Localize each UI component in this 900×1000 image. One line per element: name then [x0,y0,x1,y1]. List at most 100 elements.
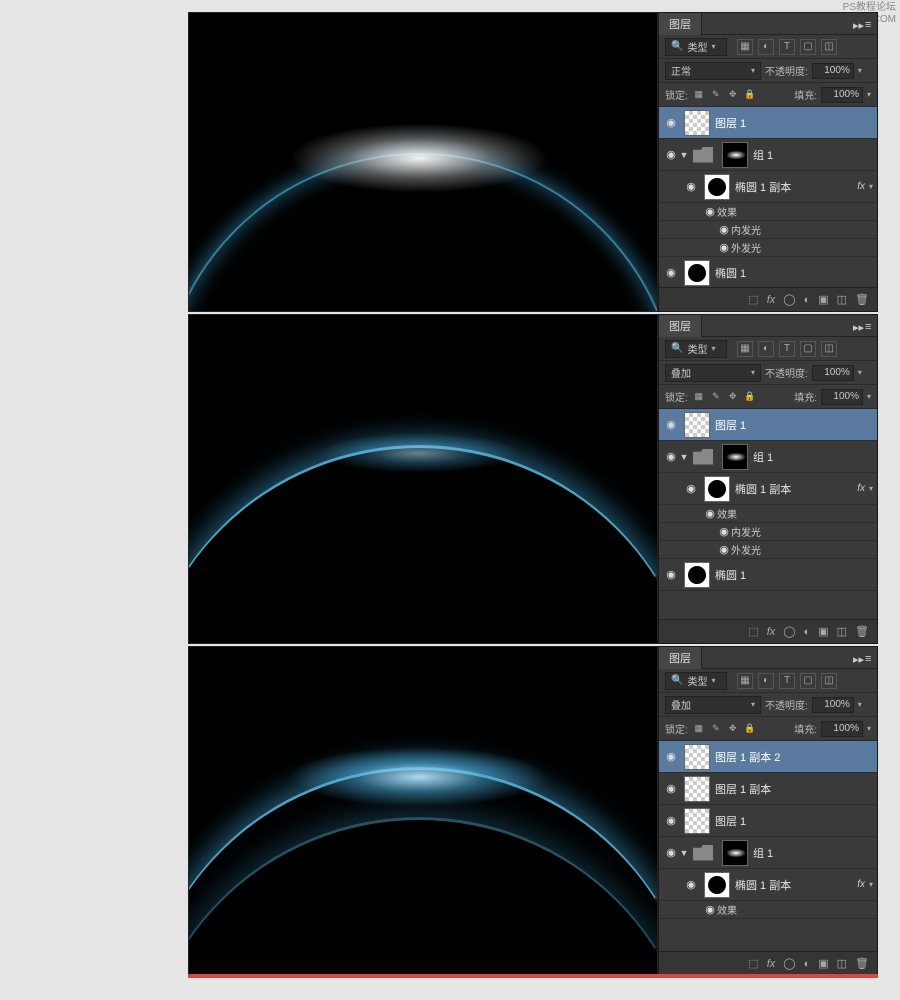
lock-all-icon[interactable]: 🔒 [743,390,757,404]
filter-type-icon[interactable]: T [779,341,795,357]
layer-name[interactable]: 图层 1 副本 [715,781,873,797]
layer-thumb[interactable] [684,744,710,770]
visibility-icon[interactable]: ◉ [663,450,679,463]
layer-row[interactable]: ◉ 椭圆 1 [659,559,877,591]
link-layers-icon[interactable]: ⬚ [748,293,758,306]
chevron-down-icon[interactable]: ▾ [858,700,862,709]
filter-shape-icon[interactable]: ▢ [800,673,816,689]
layer-row[interactable]: ◉ 椭圆 1 副本 fx▾ [659,869,877,901]
new-layer-icon[interactable]: ◫ [837,957,847,970]
fx-header[interactable]: ◉ 效果 [659,901,877,919]
mask-icon[interactable]: ◯ [783,957,795,970]
layer-row[interactable]: ◉ 图层 1 副本 [659,773,877,805]
layer-row[interactable]: ◉ 椭圆 1 副本 fx▾ [659,473,877,505]
layer-name[interactable]: 图层 1 副本 2 [715,749,873,765]
fill-input[interactable]: 100% [821,87,863,103]
layer-name[interactable]: 图层 1 [715,813,873,829]
link-layers-icon[interactable]: ⬚ [748,625,758,638]
fx-item[interactable]: ◉ 内发光 [659,221,877,239]
layer-thumb[interactable] [704,872,730,898]
mask-icon[interactable]: ◯ [783,625,795,638]
filter-kind-dropdown[interactable]: 🔍 类型 ▾ [665,38,727,56]
panel-tab-layers[interactable]: 图层 [659,315,702,337]
fill-input[interactable]: 100% [821,721,863,737]
group-icon[interactable]: ▣ [818,625,828,638]
adjustment-icon[interactable]: ◐ [804,626,811,638]
layer-name[interactable]: 图层 1 [715,417,873,433]
filter-pixel-icon[interactable]: ▦ [737,39,753,55]
expand-arrow-icon[interactable]: ▼ [679,452,689,462]
layer-row[interactable]: ◉ 椭圆 1 副本 fx▾ [659,171,877,203]
fx-icon[interactable]: fx [767,626,776,638]
layer-thumb[interactable] [704,476,730,502]
lock-position-icon[interactable]: ✥ [726,88,740,102]
delete-icon[interactable]: 🗑 [855,957,869,970]
filter-adjust-icon[interactable]: ◐ [758,341,774,357]
panel-collapse-icon[interactable]: ▸▸ [853,653,862,662]
layer-group[interactable]: ◉ ▼ 组 1 [659,441,877,473]
chevron-down-icon[interactable]: ▾ [867,90,871,99]
visibility-icon[interactable]: ◉ [717,223,731,236]
visibility-icon[interactable]: ◉ [717,525,731,538]
filter-smart-icon[interactable]: ◫ [821,39,837,55]
lock-position-icon[interactable]: ✥ [726,390,740,404]
opacity-input[interactable]: 100% [812,365,854,381]
chevron-down-icon[interactable]: ▾ [858,66,862,75]
visibility-icon[interactable]: ◉ [683,180,699,193]
layer-group[interactable]: ◉ ▼ 组 1 [659,139,877,171]
layer-thumb[interactable] [684,260,710,286]
visibility-icon[interactable]: ◉ [703,205,717,218]
fx-badge[interactable]: fx [857,181,865,192]
fx-badge[interactable]: fx [857,483,865,494]
layer-name[interactable]: 组 1 [753,147,873,163]
filter-pixel-icon[interactable]: ▦ [737,673,753,689]
chevron-down-icon[interactable]: ▾ [867,392,871,401]
blend-mode-dropdown[interactable]: 叠加 ▾ [665,696,761,714]
delete-icon[interactable]: 🗑 [855,625,869,638]
layer-row[interactable]: ◉ 椭圆 1 [659,257,877,287]
layer-name[interactable]: 椭圆 1 [715,567,873,583]
visibility-icon[interactable]: ◉ [663,750,679,763]
panel-menu-icon[interactable]: ≡ [865,653,874,662]
layer-name[interactable]: 图层 1 [715,115,873,131]
group-icon[interactable]: ▣ [818,957,828,970]
new-layer-icon[interactable]: ◫ [837,625,847,638]
link-layers-icon[interactable]: ⬚ [748,957,758,970]
lock-trans-icon[interactable]: ▦ [692,722,706,736]
visibility-icon[interactable]: ◉ [717,543,731,556]
visibility-icon[interactable]: ◉ [663,266,679,279]
filter-adjust-icon[interactable]: ◐ [758,39,774,55]
adjustment-icon[interactable]: ◐ [804,958,811,970]
filter-pixel-icon[interactable]: ▦ [737,341,753,357]
fx-icon[interactable]: fx [767,294,776,306]
fx-badge[interactable]: fx [857,879,865,890]
lock-pixels-icon[interactable]: ✎ [709,390,723,404]
lock-trans-icon[interactable]: ▦ [692,390,706,404]
layer-thumb[interactable] [684,776,710,802]
panel-menu-icon[interactable]: ≡ [865,19,874,28]
opacity-input[interactable]: 100% [812,63,854,79]
panel-collapse-icon[interactable]: ▸▸ [853,19,862,28]
panel-menu-icon[interactable]: ≡ [865,321,874,330]
layer-group[interactable]: ◉ ▼ 组 1 [659,837,877,869]
new-layer-icon[interactable]: ◫ [837,293,847,306]
visibility-icon[interactable]: ◉ [683,878,699,891]
layer-thumb[interactable] [684,808,710,834]
chevron-down-icon[interactable]: ▾ [869,182,873,191]
fill-input[interactable]: 100% [821,389,863,405]
expand-arrow-icon[interactable]: ▼ [679,150,689,160]
fx-item[interactable]: ◉ 外发光 [659,541,877,559]
layer-thumb[interactable] [684,110,710,136]
expand-arrow-icon[interactable]: ▼ [679,848,689,858]
fx-icon[interactable]: fx [767,958,776,970]
visibility-icon[interactable]: ◉ [663,418,679,431]
lock-pixels-icon[interactable]: ✎ [709,722,723,736]
fx-item[interactable]: ◉ 内发光 [659,523,877,541]
filter-kind-dropdown[interactable]: 🔍 类型 ▾ [665,672,727,690]
mask-thumb[interactable] [722,444,748,470]
visibility-icon[interactable]: ◉ [663,148,679,161]
lock-pixels-icon[interactable]: ✎ [709,88,723,102]
chevron-down-icon[interactable]: ▾ [869,484,873,493]
mask-thumb[interactable] [722,840,748,866]
visibility-icon[interactable]: ◉ [703,507,717,520]
